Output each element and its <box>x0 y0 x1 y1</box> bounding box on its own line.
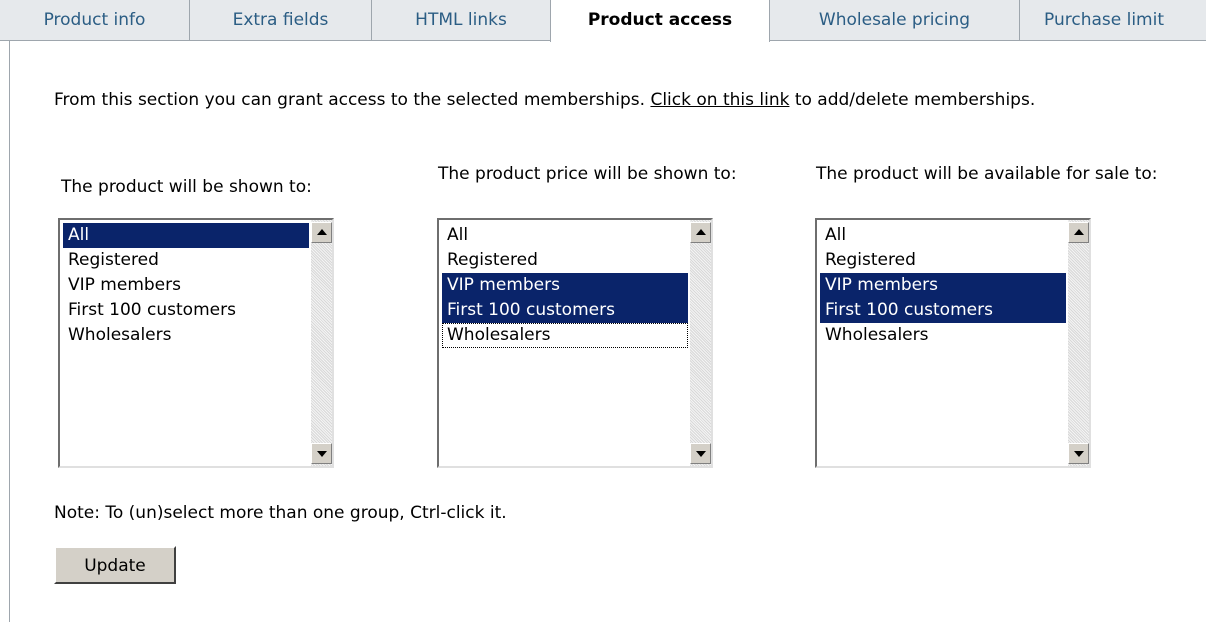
arrow-down-icon <box>317 451 327 457</box>
list-option[interactable]: Wholesalers <box>442 323 688 348</box>
intro-text: From this section you can grant access t… <box>54 89 1199 111</box>
tab-product-access[interactable]: Product access <box>550 0 770 42</box>
list-option[interactable]: VIP members <box>820 273 1066 298</box>
scroll-down-button[interactable] <box>1068 443 1089 464</box>
list-option[interactable]: First 100 customers <box>820 298 1066 323</box>
arrow-up-icon <box>317 229 327 235</box>
multi-select-note: Note: To (un)select more than one group,… <box>54 503 507 523</box>
tab-purchase-limit[interactable]: Purchase limit <box>1020 0 1206 41</box>
scroll-up-button[interactable] <box>690 222 711 243</box>
memberships-link[interactable]: Click on this link <box>650 90 789 110</box>
panel-border <box>9 41 10 622</box>
list-option[interactable]: Registered <box>820 248 1066 273</box>
arrow-down-icon <box>1074 451 1084 457</box>
arrow-up-icon <box>696 229 706 235</box>
price-shown-to-listbox[interactable]: All Registered VIP members First 100 cus… <box>437 218 713 468</box>
list-option[interactable]: VIP members <box>442 273 688 298</box>
list-option[interactable]: Wholesalers <box>820 323 1066 348</box>
update-button[interactable]: Update <box>54 546 176 584</box>
intro-text-before: From this section you can grant access t… <box>54 90 651 110</box>
tab-html-links[interactable]: HTML links <box>372 0 550 41</box>
tab-wholesale-pricing[interactable]: Wholesale pricing <box>770 0 1020 41</box>
list-option[interactable]: First 100 customers <box>442 298 688 323</box>
list-option[interactable]: Wholesalers <box>63 323 309 348</box>
intro-text-after: to add/delete memberships. <box>789 90 1036 110</box>
tab-bar: Product info Extra fields HTML links Pro… <box>0 0 1206 42</box>
scroll-up-button[interactable] <box>1068 222 1089 243</box>
scrollbar[interactable] <box>311 220 332 466</box>
list-option[interactable]: First 100 customers <box>63 298 309 323</box>
list-option[interactable]: Registered <box>63 248 309 273</box>
available-for-sale-listbox[interactable]: All Registered VIP members First 100 cus… <box>815 218 1091 468</box>
arrow-down-icon <box>696 451 706 457</box>
list-option[interactable]: All <box>442 223 688 248</box>
scrollbar[interactable] <box>1068 220 1089 466</box>
shown-to-listbox[interactable]: All Registered VIP members First 100 cus… <box>58 218 334 468</box>
scroll-up-button[interactable] <box>311 222 332 243</box>
list-option[interactable]: All <box>820 223 1066 248</box>
list-option[interactable]: Registered <box>442 248 688 273</box>
scroll-down-button[interactable] <box>690 443 711 464</box>
tab-product-info[interactable]: Product info <box>0 0 190 41</box>
tab-extra-fields[interactable]: Extra fields <box>190 0 372 41</box>
scrollbar[interactable] <box>690 220 711 466</box>
arrow-up-icon <box>1074 229 1084 235</box>
list-option[interactable]: All <box>63 223 309 248</box>
list-option[interactable]: VIP members <box>63 273 309 298</box>
available-for-sale-label: The product will be available for sale t… <box>816 164 1158 184</box>
price-shown-to-label: The product price will be shown to: <box>438 164 737 184</box>
scroll-down-button[interactable] <box>311 443 332 464</box>
shown-to-label: The product will be shown to: <box>61 177 312 197</box>
